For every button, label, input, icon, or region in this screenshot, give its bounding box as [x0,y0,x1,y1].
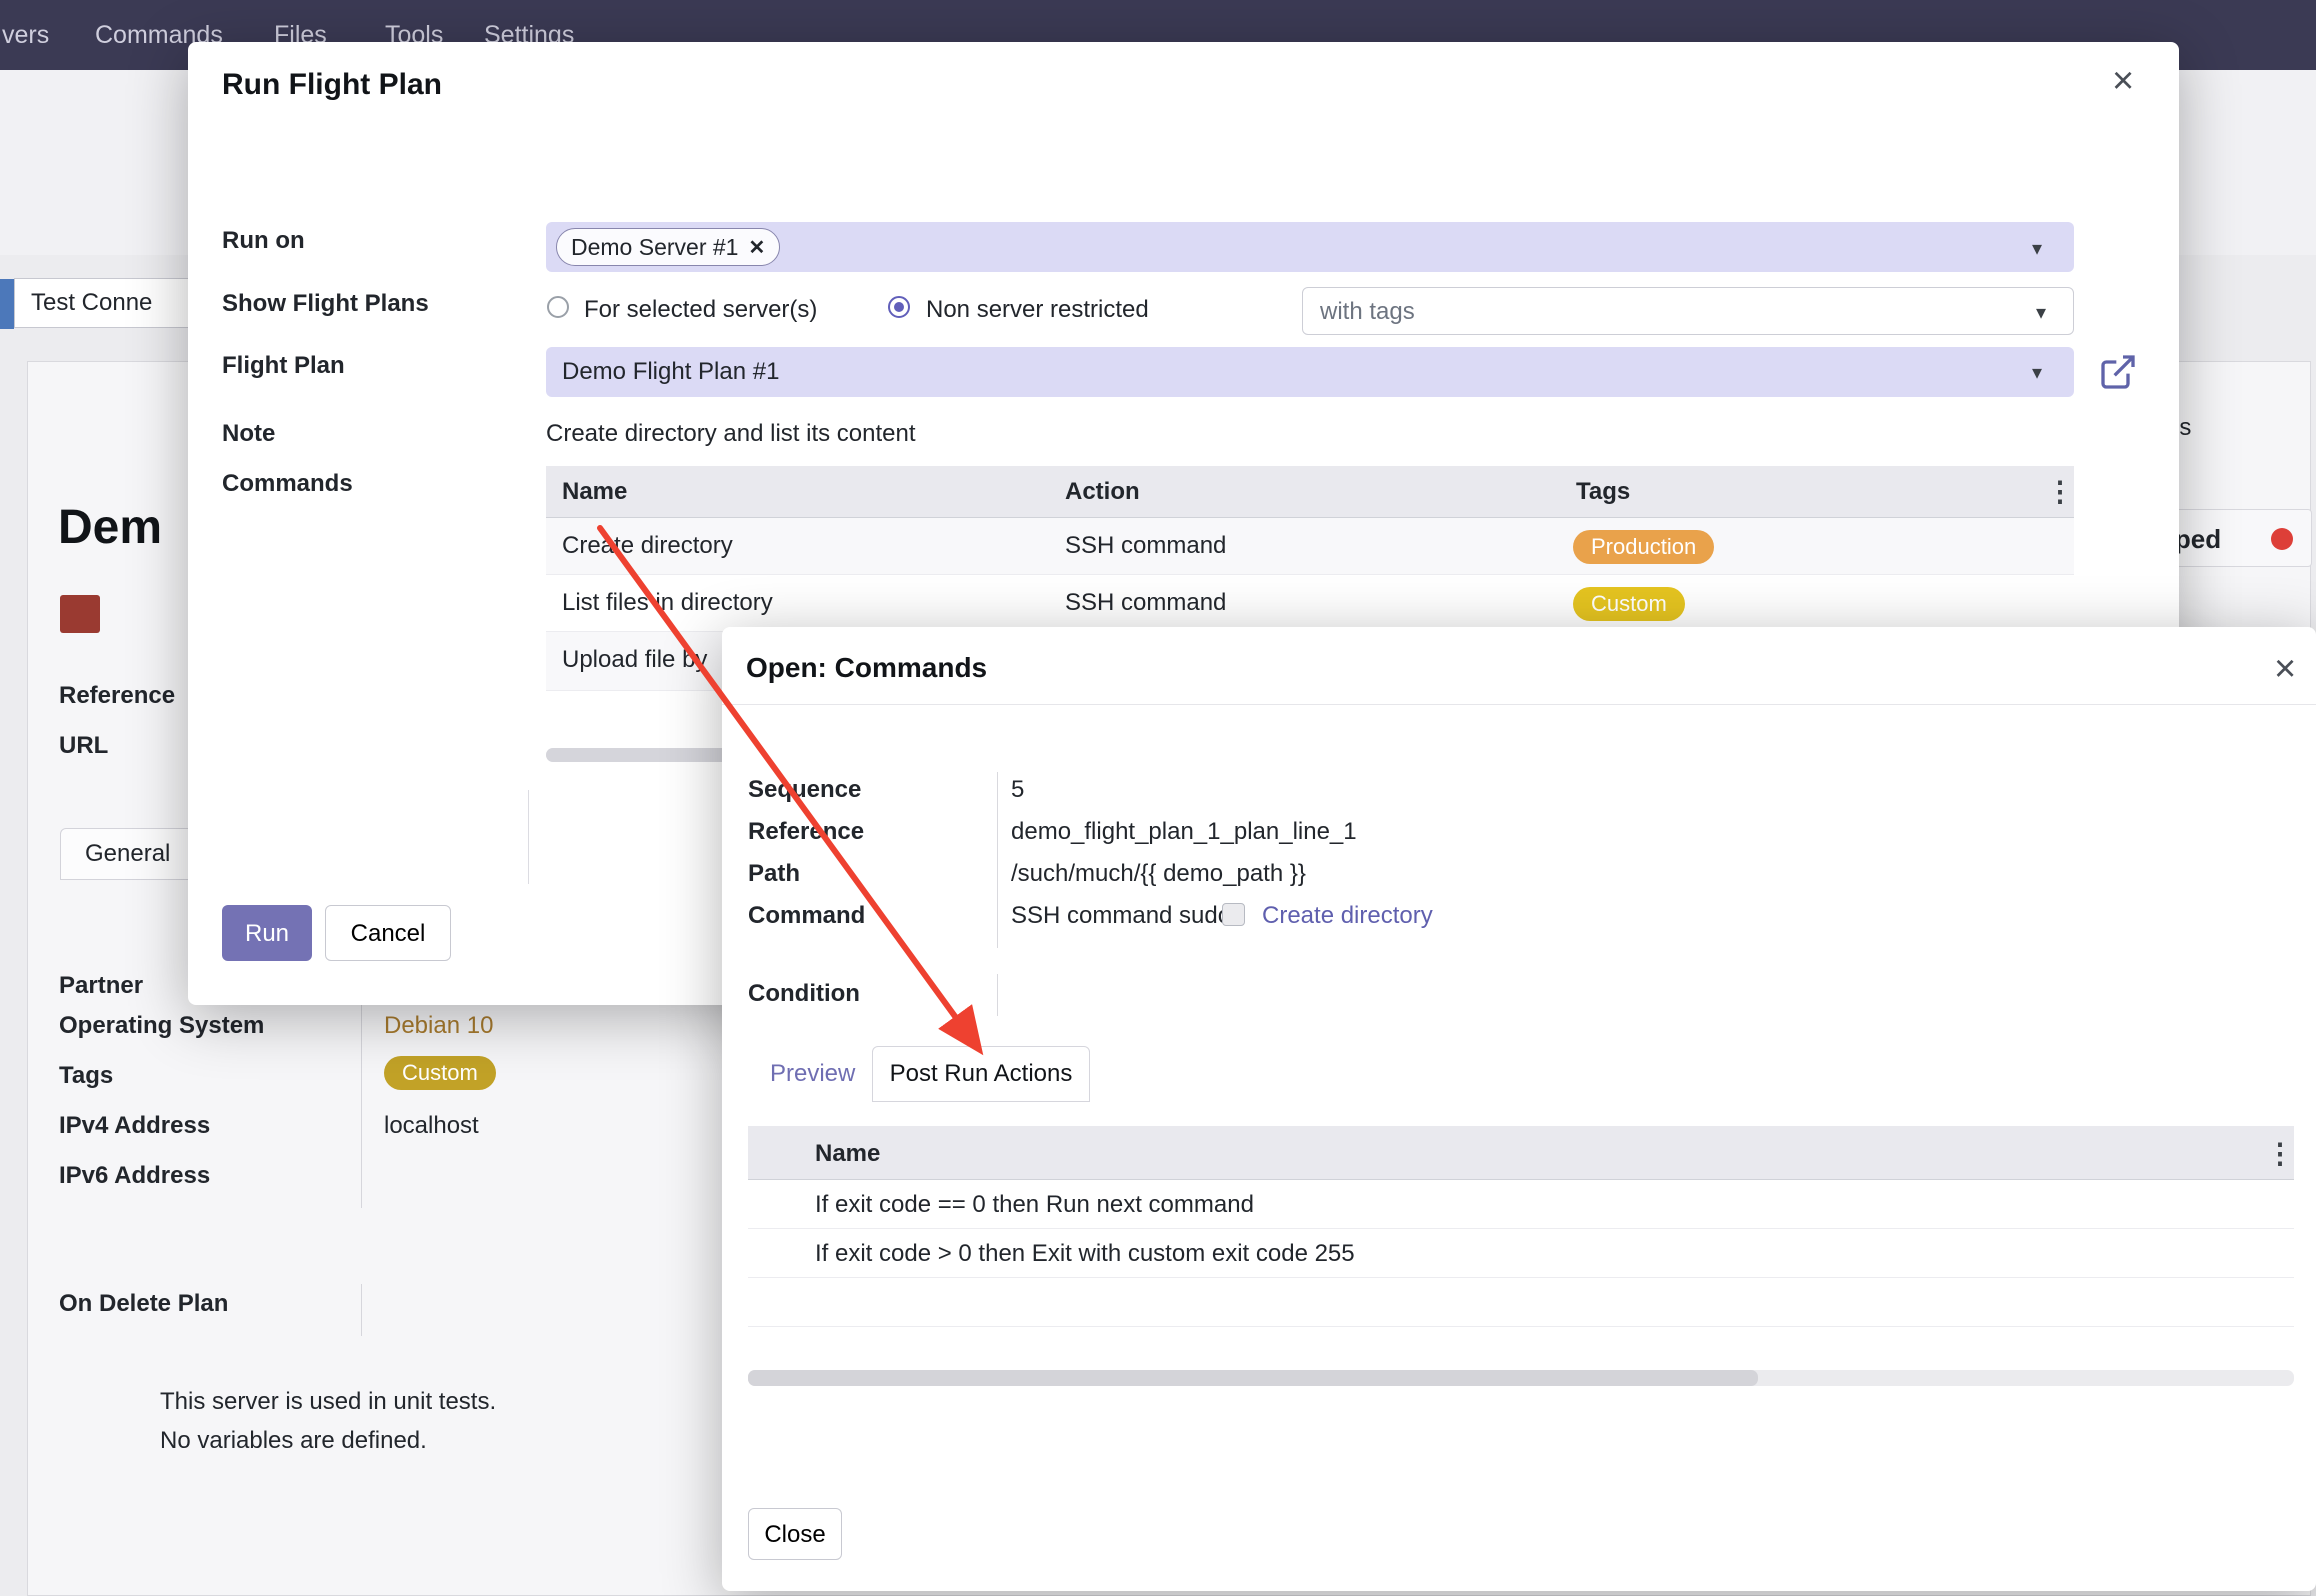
col-name-header[interactable]: Name [562,478,627,506]
command-checkbox[interactable] [1222,903,1245,926]
chevron-down-icon[interactable]: ▾ [2032,236,2042,261]
table-row[interactable] [546,518,2074,575]
field-divider [997,772,998,948]
path-value: /such/much/{{ demo_path }} [1011,860,1306,888]
ipv4-label: IPv4 Address [59,1112,210,1140]
reference-label: Reference [59,682,175,710]
ipv4-value: localhost [384,1112,479,1140]
cancel-button[interactable]: Cancel [325,905,451,961]
field-divider [361,1284,362,1336]
unit-test-note-line1: This server is used in unit tests. [160,1388,496,1416]
radio-non-server-restricted[interactable] [888,296,910,318]
path-label: Path [748,860,800,888]
run-button[interactable]: Run [222,905,312,961]
radio-non-server-restricted-label[interactable]: Non server restricted [926,296,1149,324]
row-name[interactable]: Create directory [562,532,733,560]
command-label: Command [748,902,865,930]
post-run-action-row[interactable]: If exit code > 0 then Exit with custom e… [815,1240,1355,1268]
row-name[interactable]: Upload file by [562,646,707,674]
tab-post-run-actions[interactable]: Post Run Actions [872,1046,1090,1102]
custom-tag-badge: Custom [1573,587,1685,621]
with-tags-value: with tags [1320,298,1415,326]
radio-for-selected-servers[interactable] [547,296,569,318]
column-options-icon[interactable]: ⋮ [2266,1140,2294,1168]
col-tags-header[interactable]: Tags [1576,478,1630,506]
on-delete-plan-label: On Delete Plan [59,1290,228,1318]
operating-system-value[interactable]: Debian 10 [384,1012,493,1040]
external-link-icon[interactable] [2098,352,2138,392]
status-red-dot-icon [2271,528,2293,550]
run-on-label: Run on [222,227,305,255]
horizontal-scrollbar-thumb[interactable] [748,1370,1758,1386]
create-directory-link[interactable]: Create directory [1262,902,1433,930]
row-action: SSH command [1065,532,1226,560]
commands-table-header [546,466,2074,518]
nav-item-servers[interactable]: vers [2,21,49,50]
tags-label: Tags [59,1062,113,1090]
tab-general[interactable]: General [60,828,194,880]
chevron-down-icon[interactable]: ▾ [2036,300,2046,325]
dialog-title: Open: Commands [746,652,987,684]
close-button[interactable]: Close [748,1508,842,1560]
empty-table-row [748,1278,2294,1327]
radio-for-selected-servers-label[interactable]: For selected server(s) [584,296,817,324]
tags-custom-badge: Custom [384,1056,496,1090]
operating-system-label: Operating System [59,1012,264,1040]
commands-label: Commands [222,470,353,498]
col-action-header[interactable]: Action [1065,478,1140,506]
with-tags-select[interactable] [1302,287,2074,335]
partner-label: Partner [59,972,143,1000]
column-options-icon[interactable]: ⋮ [2046,478,2074,506]
partial-button-edge[interactable] [0,279,14,329]
tab-preview[interactable]: Preview [770,1060,855,1088]
field-divider [997,974,998,1016]
post-run-action-row[interactable]: If exit code == 0 then Run next command [815,1191,1254,1219]
ipv6-label: IPv6 Address [59,1162,210,1190]
flight-plan-value: Demo Flight Plan #1 [562,358,779,386]
post-run-table-header [748,1126,2294,1180]
server-tag-chip[interactable]: Demo Server #1 ✕ [556,228,780,266]
sequence-value: 5 [1011,776,1024,804]
note-label: Note [222,420,275,448]
dialog-header-divider [722,704,2316,705]
table-row[interactable] [546,575,2074,632]
show-flight-plans-label: Show Flight Plans [222,290,429,318]
chevron-down-icon[interactable]: ▾ [2032,360,2042,385]
close-icon[interactable]: × [2112,62,2134,100]
reference-value: demo_flight_plan_1_plan_line_1 [1011,818,1357,846]
screen: vers Commands Files Tools Settings Test … [0,0,2316,1596]
note-value: Create directory and list its content [546,420,916,448]
server-page-title: Dem [58,500,162,555]
command-value: SSH command sudo [1011,902,1231,930]
condition-label: Condition [748,980,860,1008]
open-commands-dialog [722,627,2316,1591]
server-tag-label: Demo Server #1 [571,234,738,261]
row-name[interactable]: List files in directory [562,589,773,617]
production-tag-badge: Production [1573,530,1714,564]
dialog-title: Run Flight Plan [222,68,442,102]
reference-label: Reference [748,818,864,846]
unit-test-note-line2: No variables are defined. [160,1427,427,1455]
remove-tag-icon[interactable]: ✕ [748,235,765,260]
url-label: URL [59,732,108,760]
server-color-swatch[interactable] [60,595,100,633]
sequence-label: Sequence [748,776,861,804]
close-icon[interactable]: × [2274,650,2296,688]
commands-field-divider [528,790,529,884]
row-action: SSH command [1065,589,1226,617]
col-name-header[interactable]: Name [815,1140,880,1168]
flight-plan-label: Flight Plan [222,352,345,380]
